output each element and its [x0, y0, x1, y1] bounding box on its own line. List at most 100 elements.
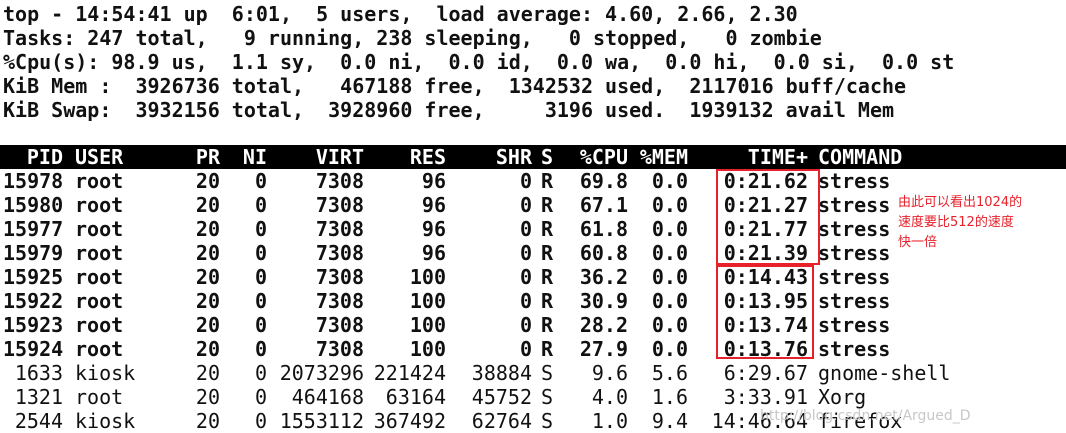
- cell-cpu: 36.2: [579, 265, 628, 289]
- cell-shr: 0: [519, 217, 532, 241]
- cell-s: R: [541, 169, 554, 193]
- cell-mem: 0.0: [651, 217, 688, 241]
- process-row: 15922 root 20 0 7308 100 0 R 30.9 0.0 0:13.95 stres…: [0, 289, 1066, 313]
- cell-virt: 7308: [315, 313, 364, 337]
- cell-mem: 0.0: [651, 289, 688, 313]
- cell-mem: 0.0: [651, 265, 688, 289]
- cell-shr: 0: [519, 289, 532, 313]
- cell-cpu: 27.9: [579, 337, 628, 361]
- header-command: COMMAND: [818, 145, 903, 169]
- cell-shr: 38884: [471, 361, 532, 385]
- cell-pid: 15979: [3, 241, 64, 265]
- cell-pr: 20: [195, 265, 220, 289]
- cell-pr: 20: [195, 289, 220, 313]
- cell-res: 96: [421, 193, 446, 217]
- cell-mem: 0.0: [651, 193, 688, 217]
- cell-shr: 0: [519, 169, 532, 193]
- header-virt: VIRT: [315, 145, 364, 169]
- cell-user: root: [75, 337, 124, 361]
- cell-ni: 0: [254, 313, 267, 337]
- cell-pr: 20: [195, 313, 220, 337]
- header-pr: PR: [195, 145, 220, 169]
- annotation-line-1: 由此可以看出1024的: [898, 195, 1023, 210]
- cell-virt: 7308: [315, 193, 364, 217]
- cell-s: S: [541, 361, 554, 385]
- cell-pr: 20: [195, 337, 220, 361]
- cell-res: 100: [409, 265, 446, 289]
- cell-s: R: [541, 241, 554, 265]
- cell-pid: 15923: [3, 313, 64, 337]
- cell-ni: 0: [254, 193, 267, 217]
- cell-res: 221424: [373, 361, 446, 385]
- cell-ni: 0: [254, 385, 267, 409]
- cell-res: 96: [421, 169, 446, 193]
- cell-pid: 15924: [3, 337, 64, 361]
- cell-shr: 0: [519, 337, 532, 361]
- cell-virt: 7308: [315, 289, 364, 313]
- cell-ni: 0: [254, 169, 267, 193]
- cell-ni: 0: [254, 265, 267, 289]
- cell-res: 100: [409, 289, 446, 313]
- cell-ni: 0: [254, 409, 267, 433]
- cell-pr: 20: [195, 385, 220, 409]
- cell-s: R: [541, 313, 554, 337]
- cell-shr: 62764: [471, 409, 532, 433]
- cell-pid: 2544: [14, 409, 63, 433]
- cell-user: root: [75, 313, 124, 337]
- watermark: http://blog.csdn.net/Argued_D: [760, 408, 971, 424]
- cell-virt: 1553112: [279, 409, 364, 433]
- cell-res: 63164: [385, 385, 446, 409]
- cell-user: root: [75, 169, 124, 193]
- cell-pr: 20: [195, 193, 220, 217]
- cell-pid: 15922: [3, 289, 64, 313]
- cell-user: root: [75, 241, 124, 265]
- process-table-header: PID USER PR NI VIRT RES SHR S %CPU %MEM …: [0, 145, 1066, 169]
- header-res: RES: [409, 145, 446, 169]
- cell-ni: 0: [254, 361, 267, 385]
- cell-pr: 20: [195, 169, 220, 193]
- cell-user: root: [75, 289, 124, 313]
- annotation-note: 由此可以看出1024的 速度要比512的速度 快一倍: [898, 193, 1066, 253]
- process-row: 15978 root 20 0 7308 96 0 R 69.8 0.0 0:21.62 stress: [0, 169, 1066, 193]
- cell-ni: 0: [254, 241, 267, 265]
- cell-command: stress: [818, 313, 891, 337]
- cell-ni: 0: [254, 217, 267, 241]
- cell-s: R: [541, 289, 554, 313]
- cell-virt: 7308: [315, 217, 364, 241]
- swap-line: KiB Swap: 3932156 total, 3928960 free, 3…: [3, 98, 895, 122]
- cell-res: 100: [409, 313, 446, 337]
- cell-s: S: [541, 385, 554, 409]
- cell-user: root: [75, 193, 124, 217]
- cell-user: kiosk: [75, 409, 136, 433]
- header-pid: PID: [26, 145, 63, 169]
- highlight-box-1024: [716, 169, 820, 265]
- cell-cpu: 67.1: [579, 193, 628, 217]
- cell-pr: 20: [195, 361, 220, 385]
- highlight-box-512: [716, 265, 814, 359]
- cell-pid: 1321: [14, 385, 63, 409]
- cell-virt: 464168: [291, 385, 364, 409]
- cell-pid: 15977: [3, 217, 64, 241]
- cell-s: R: [541, 337, 554, 361]
- header-cpu: %CPU: [579, 145, 628, 169]
- header-mem: %MEM: [639, 145, 688, 169]
- mem-line: KiB Mem : 3926736 total, 467188 free, 13…: [3, 74, 907, 98]
- cell-pid: 15980: [3, 193, 64, 217]
- process-row: 1633 kiosk 20 0 2073296 221424 38884 S 9.6 5.6 6:2…: [0, 361, 1066, 385]
- cell-virt: 7308: [315, 265, 364, 289]
- cell-mem: 0.0: [651, 169, 688, 193]
- header-shr: SHR: [495, 145, 532, 169]
- cell-pid: 1633: [14, 361, 63, 385]
- cell-command: gnome-shell: [818, 361, 951, 385]
- cell-command: stress: [818, 289, 891, 313]
- cell-virt: 7308: [315, 169, 364, 193]
- cell-cpu: 60.8: [579, 241, 628, 265]
- cell-pr: 20: [195, 241, 220, 265]
- cell-s: R: [541, 193, 554, 217]
- cell-ni: 0: [254, 337, 267, 361]
- annotation-line-3: 快一倍: [898, 235, 938, 250]
- cell-cpu: 9.6: [591, 361, 628, 385]
- cell-cpu: 1.0: [591, 409, 628, 433]
- cell-s: R: [541, 217, 554, 241]
- cell-command: stress: [818, 265, 891, 289]
